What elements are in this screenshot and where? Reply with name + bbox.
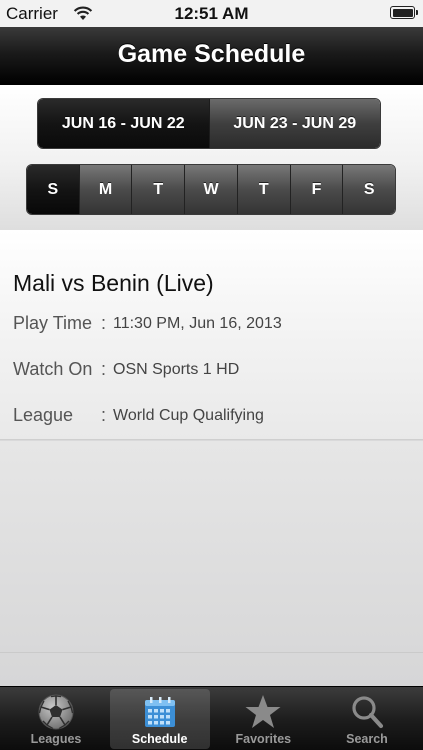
play-time-label: Play Time (13, 313, 93, 333)
tab-schedule-label: Schedule (131, 732, 188, 746)
navigation-bar: Game Schedule (0, 27, 423, 85)
tab-leagues-label: Leagues (30, 732, 82, 746)
star-icon (243, 692, 283, 732)
play-time-value: 11:30 PM, Jun 16, 2013 (113, 315, 282, 332)
play-time-row: Play Time : 11:30 PM, Jun 16, 2013 (13, 313, 413, 337)
day-segment-sunday[interactable]: S (27, 165, 79, 214)
day-segment-monday[interactable]: M (78, 165, 132, 214)
tab-leagues[interactable]: Leagues (6, 689, 106, 749)
play-time-separator: : (101, 313, 107, 333)
tab-search[interactable]: Search (317, 689, 417, 749)
search-icon (347, 692, 387, 732)
empty-list-area (0, 441, 423, 686)
league-label: League (13, 405, 74, 425)
status-time: 12:51 AM (174, 4, 249, 23)
week-segment-jun16-jun22[interactable]: JUN 16 - JUN 22 (38, 99, 209, 148)
league-value: World Cup Qualifying (113, 407, 264, 424)
tab-bar: Leagues Schedule Favorites Search (0, 686, 423, 750)
match-title: Mali vs Benin (Live) (13, 270, 214, 296)
watch-on-label: Watch On (13, 359, 93, 379)
day-selector: S M T W T F S (26, 164, 396, 215)
page-title: Game Schedule (117, 40, 306, 68)
week-selector: JUN 16 - JUN 22 JUN 23 - JUN 29 (37, 98, 381, 149)
day-segment-wednesday[interactable]: W (184, 165, 237, 214)
tab-search-label: Search (346, 732, 388, 746)
tab-schedule[interactable]: Schedule (109, 689, 210, 749)
day-segment-tuesday[interactable]: T (131, 165, 185, 214)
day-segment-saturday[interactable]: S (342, 165, 395, 214)
week-segment-jun23-jun29[interactable]: JUN 23 - JUN 29 (208, 99, 380, 148)
watch-on-separator: : (101, 359, 107, 379)
watch-on-value: OSN Sports 1 HD (113, 361, 240, 378)
status-bar: Carrier 12:51 AM (0, 0, 423, 27)
day-segment-thursday[interactable]: T (236, 165, 290, 214)
schedule-controls: JUN 16 - JUN 22 JUN 23 - JUN 29 S M T W … (0, 85, 423, 230)
soccer-ball-icon (36, 692, 76, 732)
battery-icon (390, 6, 418, 19)
tab-favorites-label: Favorites (235, 732, 292, 746)
game-list-item[interactable]: Mali vs Benin (Live) Play Time : 11:30 P… (0, 230, 423, 440)
tab-favorites[interactable]: Favorites (213, 689, 313, 749)
day-segment-friday[interactable]: F (289, 165, 343, 214)
league-row: League : World Cup Qualifying (13, 405, 413, 429)
league-separator: : (101, 405, 107, 425)
watch-on-row: Watch On : OSN Sports 1 HD (13, 359, 413, 383)
calendar-icon (140, 692, 180, 732)
list-divider (0, 652, 423, 653)
